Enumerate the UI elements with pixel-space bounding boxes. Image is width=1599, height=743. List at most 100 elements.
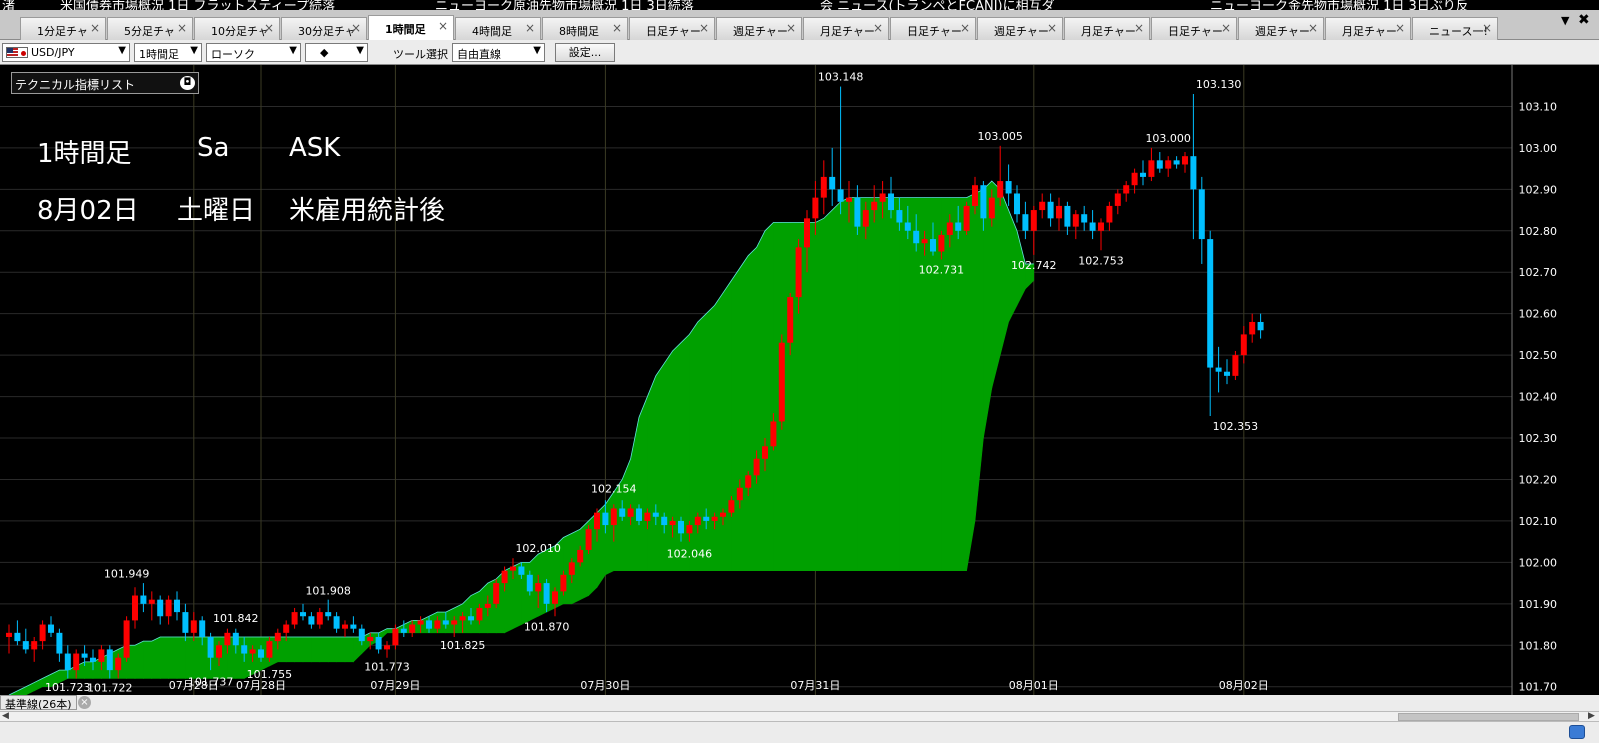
scroll-right-icon[interactable]: ▶ <box>1588 711 1595 721</box>
tab-close-icon[interactable]: × <box>525 21 535 35</box>
tab-close-icon[interactable]: × <box>1047 21 1057 35</box>
ticker-item[interactable]: ニューヨーク金先物市場概況 1日 3日ぶり反 <box>1210 0 1469 10</box>
symbol-value: USD/JPY <box>31 46 75 59</box>
tab-close-icon[interactable]: × <box>177 21 187 35</box>
ticker-item[interactable]: 渚 <box>2 0 15 10</box>
tab-chart[interactable]: 4時間足 × <box>455 17 541 40</box>
candle-body <box>795 247 802 298</box>
candle-body <box>963 205 970 231</box>
tab-close-icon[interactable]: × <box>1395 21 1405 35</box>
tab-chart[interactable]: ニュース一! × <box>1412 17 1498 40</box>
tab-chart[interactable]: 週足チャー × <box>1238 17 1324 40</box>
candle-body <box>904 222 911 231</box>
tab-chart[interactable]: 5分足チャ × <box>107 17 193 40</box>
tab-close-icon[interactable]: × <box>1221 21 1231 35</box>
tab-chart[interactable]: 10分足チャ × <box>194 17 280 40</box>
close-all-tabs-icon[interactable]: ✖ <box>1578 12 1590 28</box>
candle-body <box>308 616 315 625</box>
tab-close-icon[interactable]: × <box>699 21 709 35</box>
close-icon[interactable]: × <box>78 696 91 709</box>
ticker-item[interactable]: ニューヨーク原油先物市場概況 1日 3日続落 <box>435 0 694 10</box>
y-tick-label: 103.00 <box>1519 142 1558 155</box>
tab-close-icon[interactable]: × <box>264 21 274 35</box>
kumo-segment <box>882 197 892 571</box>
draw-tool-select[interactable]: 自由直線 ▼ <box>452 43 545 62</box>
ticker-item[interactable]: 会 ニュース(トランペとFCANJ)に相互ダ <box>820 0 1055 10</box>
kumo-segment <box>949 197 959 571</box>
candle-body <box>585 529 592 550</box>
tab-close-icon[interactable]: × <box>1308 21 1318 35</box>
tab-chart[interactable]: 週足チャー × <box>977 17 1063 40</box>
tab-close-icon[interactable]: × <box>90 21 100 35</box>
status-icon[interactable] <box>1569 725 1585 739</box>
kijun-sen-line <box>9 177 1261 654</box>
candle-body <box>283 624 290 633</box>
candle-body <box>468 616 474 621</box>
candle-body <box>392 628 399 646</box>
settings-button[interactable]: 設定... <box>555 43 615 62</box>
tab-close-icon[interactable]: × <box>960 21 970 35</box>
technical-indicator-list-label: テクニカル指標リスト <box>15 78 136 92</box>
candle-body <box>1114 193 1121 206</box>
tab-close-icon[interactable]: × <box>438 19 448 33</box>
chart-type-select[interactable]: ローソク ▼ <box>206 43 301 62</box>
chart-plot-area[interactable]: 101.949 101.723 101.722 101.842 101.737 101.7… <box>0 65 1599 695</box>
tab-close-icon[interactable]: × <box>351 21 361 35</box>
tab-chart[interactable]: 週足チャー × <box>716 17 802 40</box>
tab-close-icon[interactable]: × <box>1134 21 1144 35</box>
kumo-segment <box>17 686 27 695</box>
technical-indicator-list[interactable]: テクニカル指標リスト ◘ <box>11 72 199 94</box>
indicator-tag[interactable]: 基準線(26本) <box>0 695 77 711</box>
tab-close-icon[interactable]: × <box>1482 21 1492 35</box>
scroll-left-icon[interactable]: ◀ <box>2 711 9 721</box>
candle-body <box>678 520 684 534</box>
ticker-item[interactable]: 米国債券市場概況 1日 フラットスティープ続落 <box>60 0 335 10</box>
tab-chart[interactable]: 月足チャー × <box>1325 17 1411 40</box>
candle-body <box>459 616 466 621</box>
y-tick-label: 102.90 <box>1519 183 1558 196</box>
bottom-panel: 基準線(26本) × ◀ ▶ <box>0 695 1599 743</box>
tab-chart[interactable]: 日足チャー × <box>890 17 976 40</box>
expand-icon[interactable]: ◘ <box>180 76 195 90</box>
y-tick-label: 102.00 <box>1519 556 1558 569</box>
horizontal-scrollbar[interactable]: ◀ ▶ <box>0 711 1599 722</box>
candle-body <box>619 508 626 517</box>
tab-chart[interactable]: 月足チャー × <box>803 17 889 40</box>
scrollbar-thumb[interactable] <box>1398 713 1579 721</box>
y-tick-label: 102.50 <box>1519 349 1558 362</box>
candle-style-select[interactable]: ◆ ▼ <box>305 43 368 62</box>
candle-body <box>232 632 239 646</box>
symbol-select[interactable]: USD/JPY ▼ <box>2 43 130 62</box>
tab-chart[interactable]: 8時間足 × <box>542 17 628 40</box>
kumo-segment <box>285 636 295 663</box>
candle-body <box>1207 239 1214 368</box>
candle-body <box>535 583 542 592</box>
kumo-segment <box>176 636 186 679</box>
tab-chart[interactable]: 30分足チャ × <box>281 17 367 40</box>
tab-list-dropdown-icon[interactable]: ▼ <box>1561 14 1569 27</box>
tab-chart[interactable]: 月足チャー × <box>1064 17 1150 40</box>
news-ticker[interactable]: 渚 米国債券市場概況 1日 フラットスティープ続落 ニューヨーク原油先物市場概況… <box>0 0 1599 10</box>
price-annotation: 102.353 <box>1213 420 1259 433</box>
tab-close-icon[interactable]: × <box>786 21 796 35</box>
kumo-segment <box>873 197 883 571</box>
x-tick-label: 07月28日 <box>169 679 219 692</box>
tab-close-icon[interactable]: × <box>612 21 622 35</box>
candle-body <box>451 620 458 625</box>
tab-chart[interactable]: 1分足チャ × <box>20 17 106 40</box>
tab-chart[interactable]: 1時間足 × <box>368 15 454 41</box>
tab-chart[interactable]: 日足チャー × <box>1151 17 1237 40</box>
price-chart[interactable]: 101.949101.723101.722101.842101.737101.7… <box>0 65 1599 695</box>
tab-chart[interactable]: 日足チャー × <box>629 17 715 40</box>
candle-body <box>216 645 222 658</box>
kumo-segment <box>697 312 707 571</box>
draw-tool-value: 自由直線 <box>457 48 501 61</box>
tab-close-icon[interactable]: × <box>873 21 883 35</box>
candle-body <box>1182 156 1188 165</box>
candle-body <box>1198 189 1205 240</box>
tab-label: 週足チャー <box>733 25 788 38</box>
timeframe-select[interactable]: 1時間足 ▼ <box>134 43 202 62</box>
candle-body <box>400 628 407 633</box>
candle-body <box>1039 201 1046 211</box>
candle-body <box>770 421 777 447</box>
